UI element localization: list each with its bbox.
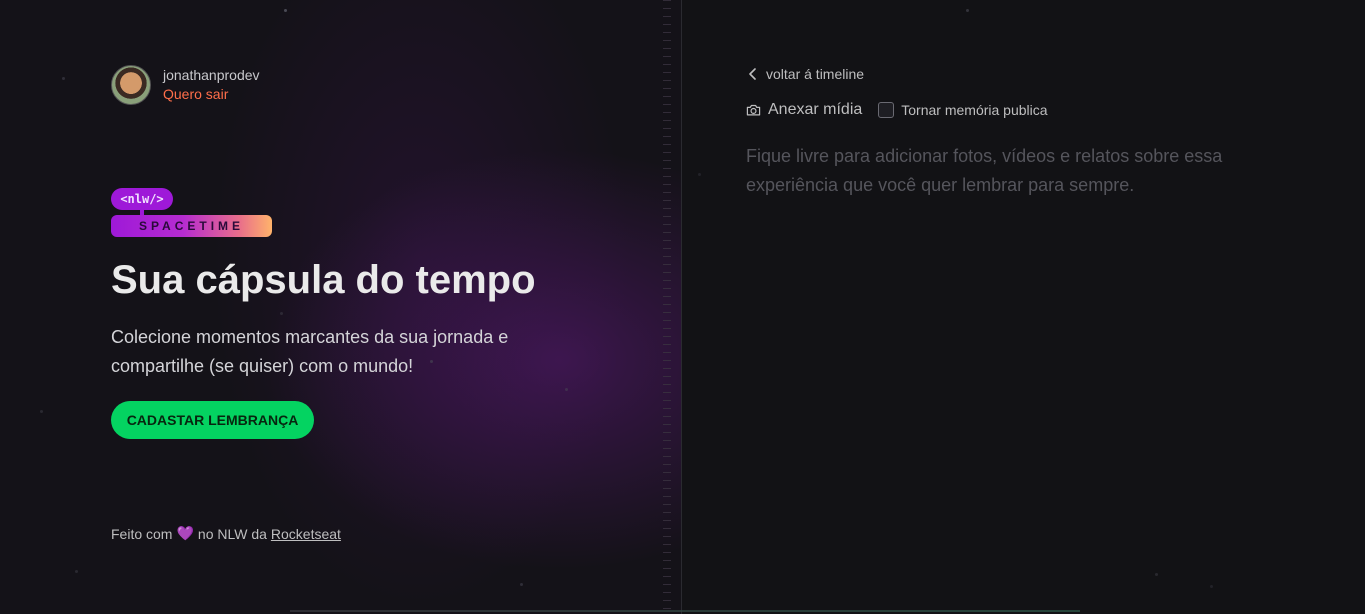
user-name: jonathanprodev xyxy=(163,67,260,83)
star-decoration xyxy=(565,388,568,391)
form-toolbar: Anexar mídia Tornar memória publica xyxy=(746,101,1048,119)
star-decoration xyxy=(40,410,43,413)
back-label: voltar á timeline xyxy=(766,66,865,82)
public-memory-checkbox[interactable] xyxy=(878,102,895,118)
star-decoration xyxy=(62,77,65,80)
logo-spacetime-badge: SPACETIME xyxy=(111,215,272,237)
star-decoration xyxy=(284,9,287,12)
public-memory-toggle[interactable]: Tornar memória publica xyxy=(878,102,1048,118)
page-title: Sua cápsula do tempo xyxy=(111,258,536,302)
user-profile: jonathanprodev Quero sair xyxy=(111,65,260,105)
page-subtitle: Colecione momentos marcantes da sua jorn… xyxy=(111,327,509,376)
nlw-spacetime-logo: <nlw/> SPACETIME xyxy=(111,188,273,238)
chevron-left-icon xyxy=(749,68,756,80)
create-memory-button[interactable]: CADASTAR LEMBRANÇA xyxy=(111,401,314,439)
logout-link[interactable]: Quero sair xyxy=(163,85,260,104)
star-decoration xyxy=(966,9,969,12)
star-decoration xyxy=(75,570,78,573)
footer-prefix: Feito com xyxy=(111,525,173,542)
back-to-timeline-link[interactable]: voltar á timeline xyxy=(748,66,864,82)
hero-panel: jonathanprodev Quero sair <nlw/> SPACETI… xyxy=(0,0,682,614)
logo-nlw-badge: <nlw/> xyxy=(111,188,173,210)
divider-stripes xyxy=(663,0,671,614)
attach-media-label: Anexar mídia xyxy=(768,101,863,118)
footer-middle: no NLW da xyxy=(197,525,267,542)
star-decoration xyxy=(1210,585,1213,588)
star-decoration xyxy=(280,312,283,315)
user-info: jonathanprodev Quero sair xyxy=(163,66,260,104)
memory-content-textarea[interactable] xyxy=(746,142,1266,562)
footer: Feito com 💜 no NLW da Rocketseat xyxy=(111,525,341,542)
attach-media-button[interactable]: Anexar mídia xyxy=(746,101,862,119)
bottom-edge-line xyxy=(290,610,1080,612)
star-decoration xyxy=(520,583,523,586)
public-memory-label: Tornar memória publica xyxy=(901,102,1048,118)
avatar[interactable] xyxy=(111,65,151,105)
star-decoration xyxy=(1155,573,1158,576)
rocketseat-link[interactable]: Rocketseat xyxy=(271,526,341,542)
camera-icon xyxy=(746,104,761,116)
heart-icon: 💜 xyxy=(176,525,194,541)
star-decoration xyxy=(698,173,701,176)
